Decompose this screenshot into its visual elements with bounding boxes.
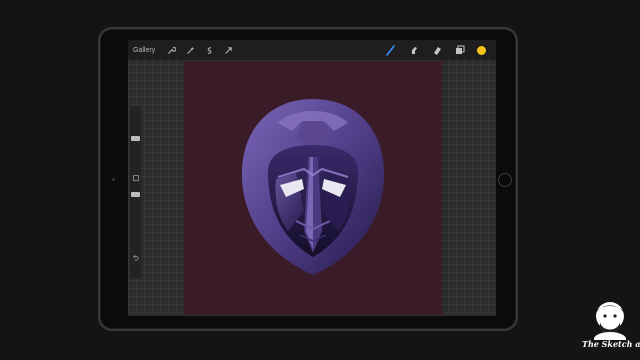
selection-icon[interactable] [203, 44, 215, 56]
opacity-slider[interactable] [131, 192, 140, 197]
top-toolbar: Gallery [128, 40, 496, 60]
modify-button[interactable] [132, 174, 139, 181]
transform-arrow-icon[interactable] [222, 44, 234, 56]
home-button[interactable] [498, 173, 512, 187]
color-picker-button[interactable] [477, 45, 486, 55]
eraser-icon[interactable] [431, 44, 443, 56]
magic-wand-icon[interactable] [184, 44, 196, 56]
smudge-icon[interactable] [408, 44, 420, 56]
brush-icon[interactable] [385, 44, 397, 56]
layers-icon[interactable] [454, 44, 466, 56]
watermark-text: The Sketch art [582, 339, 640, 349]
drawing-canvas[interactable] [184, 61, 442, 315]
brush-size-slider[interactable] [131, 136, 140, 141]
right-toolbar [385, 44, 486, 56]
front-camera [112, 178, 115, 181]
left-sidebar [130, 106, 141, 278]
wrench-icon[interactable] [165, 44, 177, 56]
procreate-screen: Gallery [128, 40, 496, 316]
gallery-button[interactable]: Gallery [133, 47, 155, 54]
mask-artwork [184, 61, 442, 315]
undo-icon[interactable] [132, 254, 139, 261]
